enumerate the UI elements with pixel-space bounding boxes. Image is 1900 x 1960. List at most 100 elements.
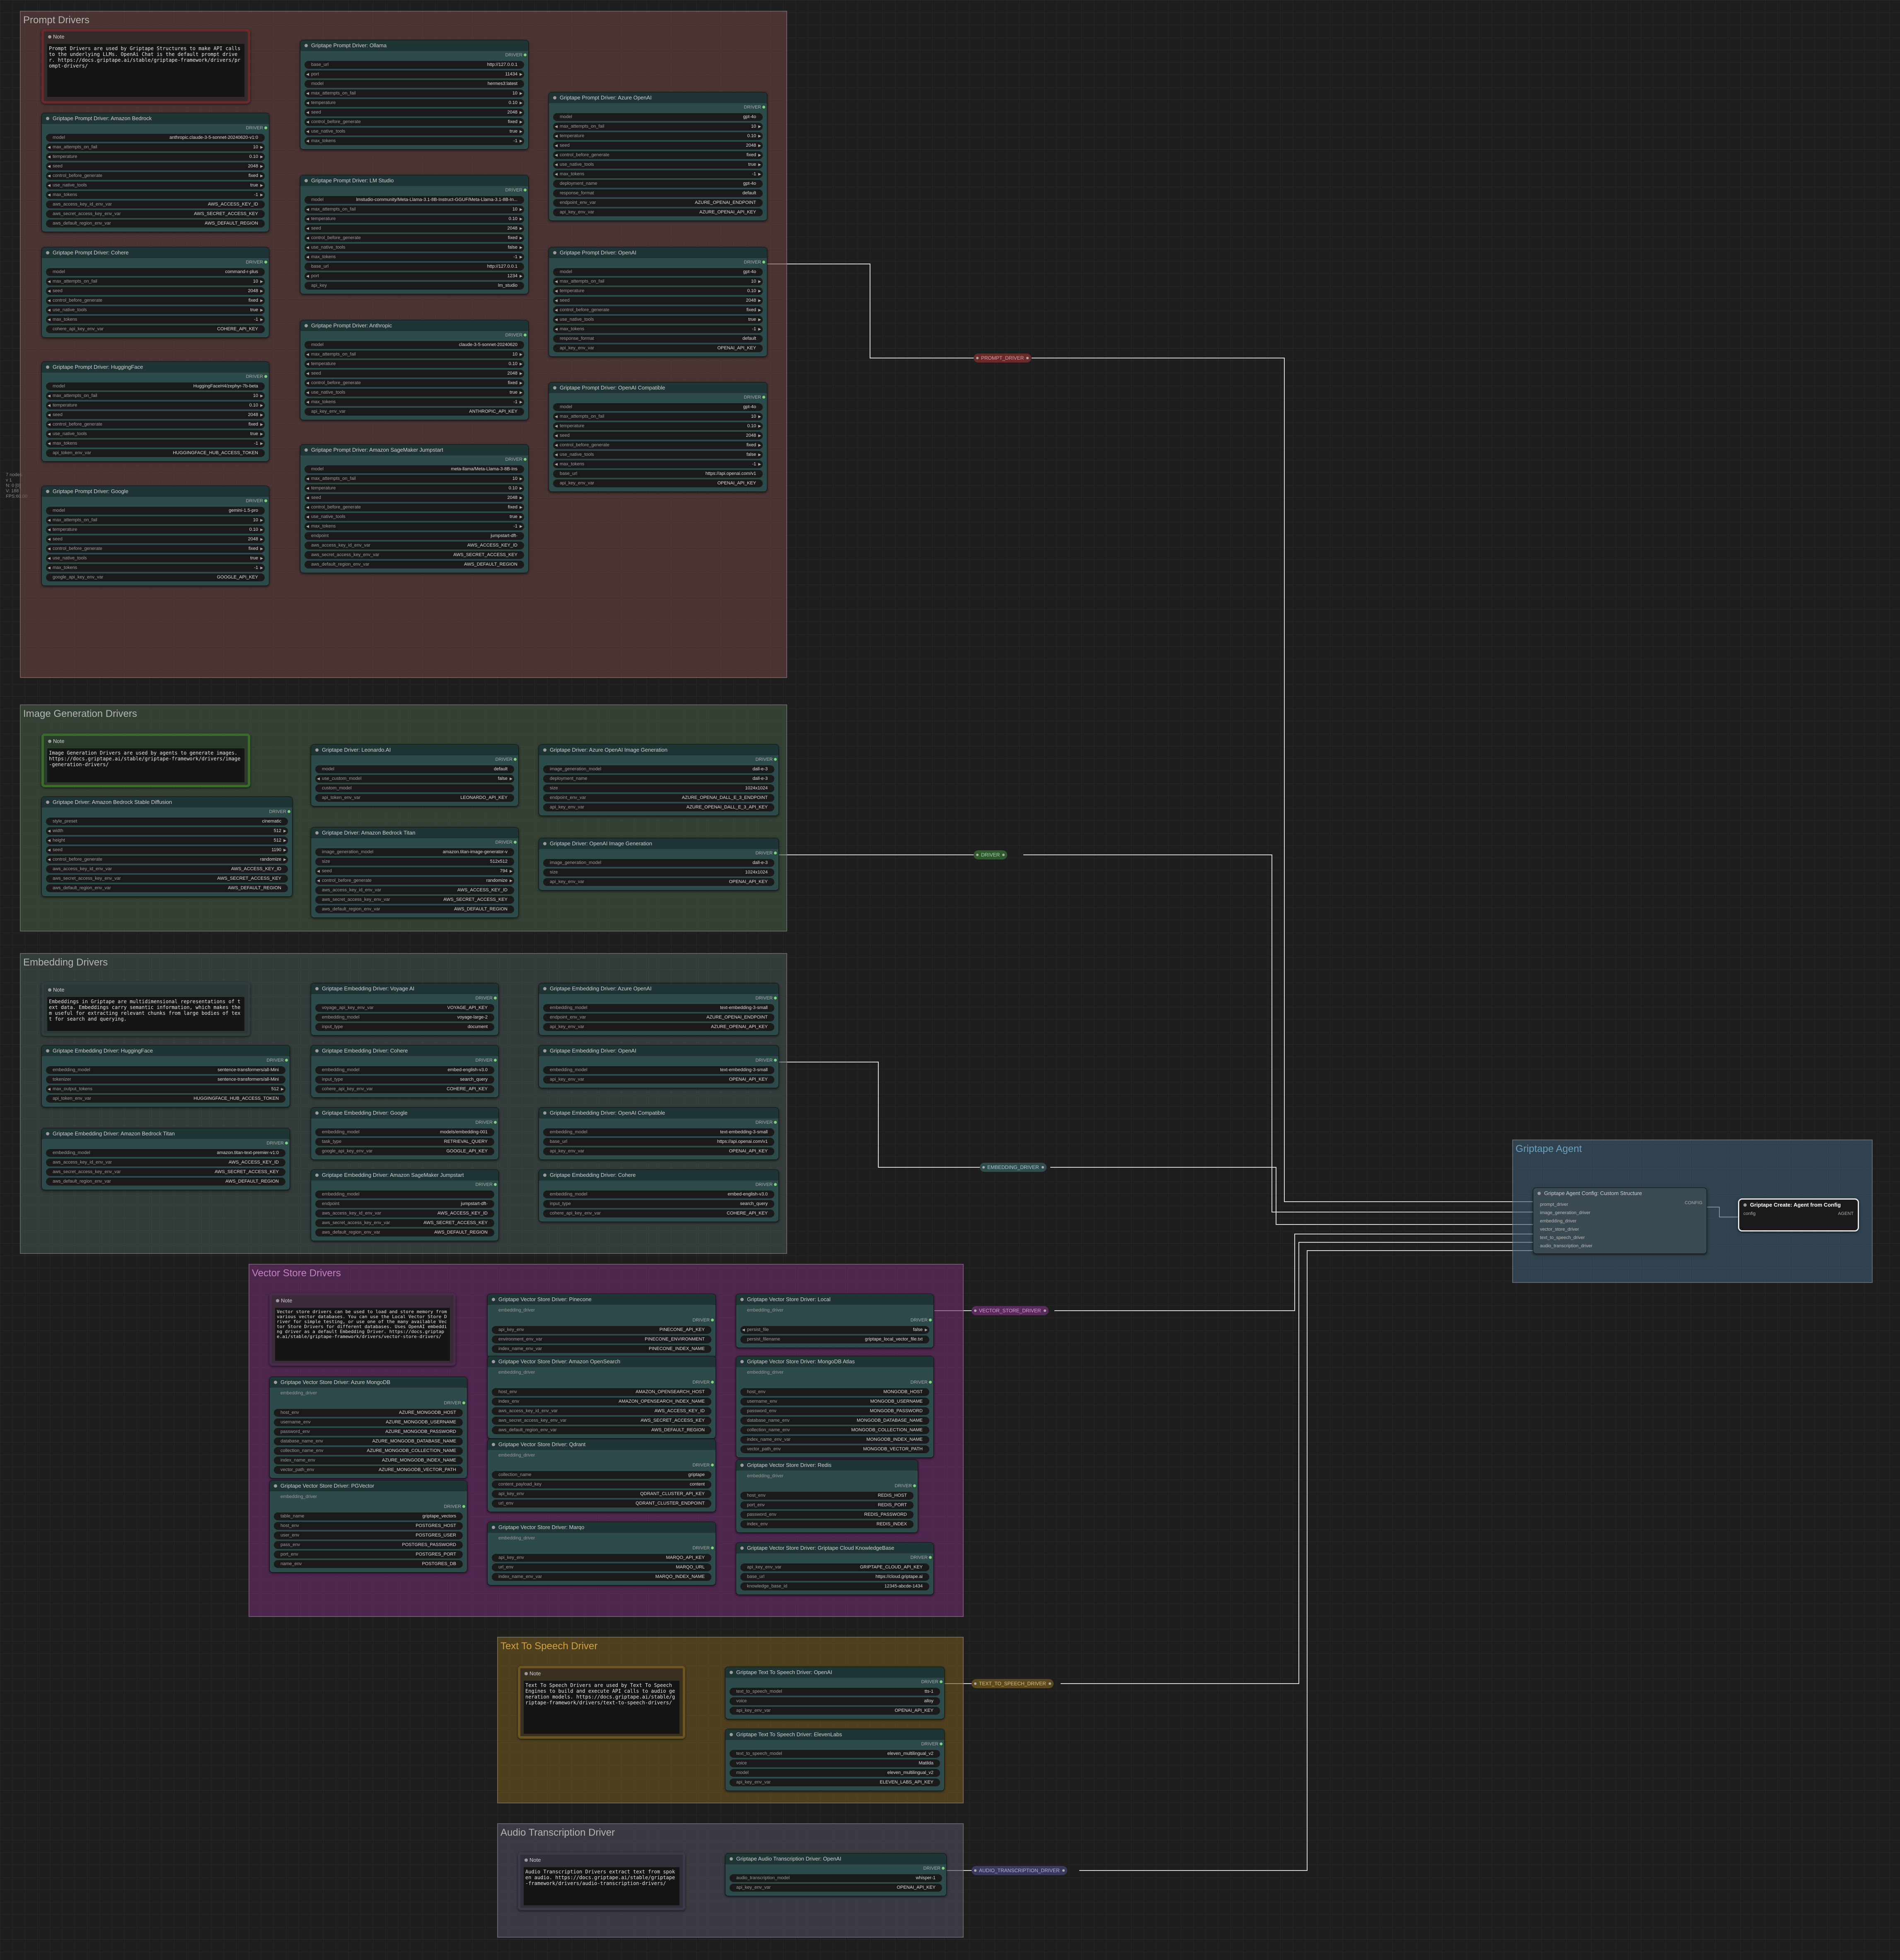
widget-endpoint-env-var[interactable]: endpoint_env_var AZURE_OPENAI_DALL_E_3_EN… [543,794,774,802]
node-vs-mongodb-atlas[interactable]: Griptape Vector Store Driver: MongoDB At… [736,1356,934,1458]
driver-output[interactable]: DRIVER [488,1544,716,1552]
widget-input-type[interactable]: input_type search_query [543,1200,774,1208]
node-prompt-anthropic[interactable]: Griptape Prompt Driver: Anthropic DRIVER m… [300,320,529,420]
driver-output[interactable]: DRIVER [549,103,767,111]
driver-output[interactable]: DRIVER [311,838,518,847]
widget-api-key-env-var[interactable]: api_key_env_var AZURE_OPENAI_API_KEY [553,208,763,216]
widget-endpoint-env-var[interactable]: endpoint_env_var AZURE_OPENAI_ENDPOINT [543,1014,774,1021]
widget-temperature[interactable]: temperature 0.10 [46,402,265,409]
driver-output[interactable]: DRIVER [42,373,269,381]
node-tts-elevenlabs[interactable]: Griptape Text To Speech Driver: ElevenLa… [725,1729,945,1791]
widget-environment-env-var[interactable]: environment_env_var PINECONE_ENVIRONMENT [492,1336,711,1343]
node-embedding-huggingface[interactable]: Griptape Embedding Driver: HuggingFace DR… [41,1045,290,1107]
widget-model[interactable]: model claude-3-5-sonnet-20240620 [305,341,524,349]
widget-embedding-model[interactable]: embedding_model sentence-transformers/all… [46,1066,285,1074]
reroute-prompt-driver[interactable]: PROMPT_DRIVER [974,353,1032,363]
widget-use-native-tools[interactable]: use_native_tools true [553,161,763,169]
widget-deployment-name[interactable]: deployment_name dall-e-3 [543,775,774,783]
widget-voyage-api-key-env-var[interactable]: voyage_api_key_env_var VOYAGE_API_KEY [315,1004,494,1012]
widget-input-type[interactable]: input_type search_query [315,1076,494,1084]
widget-temperature[interactable]: temperature 0.10 [305,484,524,492]
widget-port[interactable]: port 11434 [305,70,524,78]
widget-size[interactable]: size 512x512 [315,858,514,866]
widget-max-attempts-on-fail[interactable]: max_attempts_on_fail 10 [553,123,763,131]
driver-output[interactable]: DRIVER [42,497,269,505]
widget-persist-filename[interactable]: persist_filename griptape_local_vector_fi… [740,1336,929,1343]
driver-output[interactable]: DRIVER [736,1316,933,1324]
config-input-embedding-driver[interactable]: embedding_driver [1533,1217,1707,1225]
widget-use-custom-model[interactable]: use_custom_model false [315,775,514,783]
widget-api-key-env-var[interactable]: api_key_env_var AZURE_OPENAI_DALL_E_3_API… [543,803,774,811]
driver-output[interactable]: DRIVER [725,1678,944,1686]
widget-api-key-env-var[interactable]: api_key_env_var OPENAI_API_KEY [543,1076,774,1084]
driver-output[interactable]: DRIVER [736,1482,918,1490]
node-agent-config[interactable]: Griptape Agent Config: Custom Structure … [1533,1188,1707,1254]
driver-output[interactable]: DRIVER [725,1740,944,1748]
config-input-vector-store-driver[interactable]: vector_store_driver [1533,1225,1707,1234]
note-text[interactable]: Embeddings in Griptape are multidimensio… [47,997,244,1031]
widget-index-env[interactable]: index_env REDIS_INDEX [740,1520,914,1528]
widget-control-before-generate[interactable]: control_before_generate fixed [46,297,265,305]
widget-api-key-env-var[interactable]: api_key_env_var OPENAI_API_KEY [730,1707,940,1715]
widget-api-key-env-var[interactable]: api_key_env_var AZURE_OPENAI_API_KEY [543,1023,774,1031]
node-embedding-voyage[interactable]: Griptape Embedding Driver: Voyage AI DRIV… [311,983,499,1036]
widget-aws-access-key-id-env-var[interactable]: aws_access_key_id_env_var AWS_ACCESS_KEY_… [315,1210,494,1217]
node-prompt-bedrock[interactable]: Griptape Prompt Driver: Amazon Bedrock DR… [41,113,269,232]
widget-use-native-tools[interactable]: use_native_tools true [46,181,265,189]
widget-embedding-model[interactable]: embedding_model text-embedding-3-small [543,1004,774,1012]
reroute-embedding-driver[interactable]: EMBEDDING_DRIVER [980,1163,1047,1172]
widget-control-before-generate[interactable]: control_before_generate fixed [305,118,524,126]
driver-output[interactable]: DRIVER [539,1056,778,1065]
widget-seed[interactable]: seed 1190 [46,846,288,854]
embedding-driver-input[interactable]: embedding_driver [492,1307,711,1314]
widget-model[interactable]: model meta-llama/Meta-Llama-3-8B-Ins [305,465,524,473]
widget-max-output-tokens[interactable]: max_output_tokens 512 [46,1085,285,1093]
node-vs-marqo[interactable]: Griptape Vector Store Driver: Marqo embed… [487,1522,716,1585]
node-vs-opensearch[interactable]: Griptape Vector Store Driver: Amazon Ope… [487,1356,716,1439]
widget-password-env[interactable]: password_env REDIS_PASSWORD [740,1511,914,1519]
widget-embedding-model[interactable]: embedding_model text-embedding-3-small [543,1066,774,1074]
driver-output[interactable]: DRIVER [488,1461,716,1469]
widget-index-name-env-var[interactable]: index_name_env_var PINECONE_INDEX_NAME [492,1345,711,1353]
widget-max-tokens[interactable]: max_tokens -1 [46,564,265,572]
note-audio[interactable]: Note Audio Transcription Drivers extract… [518,1852,685,1910]
note-prompt[interactable]: Note Prompt Drivers are used by Griptape… [41,29,250,104]
widget-max-tokens[interactable]: max_tokens -1 [305,137,524,145]
node-image-openai[interactable]: Griptape Driver: OpenAI Image Generation… [539,838,779,890]
widget-api-token-env-var[interactable]: api_token_env_var LEONARDO_API_KEY [315,794,514,802]
node-embedding-sagemaker[interactable]: Griptape Embedding Driver: Amazon SageMa… [311,1169,499,1241]
widget-model[interactable]: model lmstudio-community/Meta-Llama-3.1-8… [305,196,524,204]
note-text[interactable]: Audio Transcription Drivers extract text… [524,1867,679,1905]
node-embedding-cohere[interactable]: Griptape Embedding Driver: Cohere DRIVER e… [311,1045,499,1098]
widget-max-attempts-on-fail[interactable]: max_attempts_on_fail 10 [553,278,763,286]
widget-max-tokens[interactable]: max_tokens -1 [305,253,524,261]
widget-aws-access-key-id-env-var[interactable]: aws_access_key_id_env_var AWS_ACCESS_KEY_… [315,886,514,894]
widget-api-key-env-var[interactable]: api_key_env_var OPENAI_API_KEY [553,479,763,487]
widget-use-native-tools[interactable]: use_native_tools true [305,128,524,136]
widget-aws-default-region-env-var[interactable]: aws_default_region_env_var AWS_DEFAULT_RE… [46,220,265,227]
widget-aws-secret-access-key-env-var[interactable]: aws_secret_access_key_env_var AWS_SECRET_… [315,1219,494,1227]
widget-base-url[interactable]: base_url http://127.0.0.1 [305,61,524,69]
widget-response-format[interactable]: response_format default [553,335,763,343]
widget-api-key-env-var[interactable]: api_key_env_var ANTHROPIC_API_KEY [305,408,524,416]
widget-api-key-env-var[interactable]: api_key_env_var OPENAI_API_KEY [543,878,774,886]
widget-google-api-key-env-var[interactable]: google_api_key_env_var GOOGLE_API_KEY [46,573,265,581]
widget-control-before-generate[interactable]: control_before_generate fixed [46,545,265,553]
widget-input-type[interactable]: input_type document [315,1023,494,1031]
embedding-driver-input[interactable]: embedding_driver [492,1534,711,1542]
node-tts-openai[interactable]: Griptape Text To Speech Driver: OpenAI DR… [725,1667,945,1719]
widget-database-name-env[interactable]: database_name_env AZURE_MONGODB_DATABASE_… [274,1437,463,1445]
widget-password-env[interactable]: password_env AZURE_MONGODB_PASSWORD [274,1428,463,1436]
widget-text-to-speech-model[interactable]: text_to_speech_model eleven_multilingual_… [730,1750,940,1758]
widget-aws-access-key-id-env-var[interactable]: aws_access_key_id_env_var AWS_ACCESS_KEY_… [46,1159,285,1166]
widget-model[interactable]: model gemini-1.5-pro [46,507,265,515]
widget-model[interactable]: model anthropic.claude-3-5-sonnet-2024062… [46,134,265,142]
widget-host-env[interactable]: host_env AMAZON_OPENSEARCH_HOST [492,1388,711,1396]
create-input-config[interactable]: config [1743,1211,1755,1216]
widget-collection-name-env[interactable]: collection_name_env MONGODB_COLLECTION_NA… [740,1426,929,1434]
widget-aws-secret-access-key-env-var[interactable]: aws_secret_access_key_env_var AWS_SECRET_… [46,210,265,218]
note-embedding[interactable]: Note Embeddings in Griptape are multidim… [41,982,250,1036]
widget-seed[interactable]: seed 2048 [305,370,524,377]
driver-output[interactable]: DRIVER [311,1056,498,1065]
widget-port-env[interactable]: port_env REDIS_PORT [740,1501,914,1509]
